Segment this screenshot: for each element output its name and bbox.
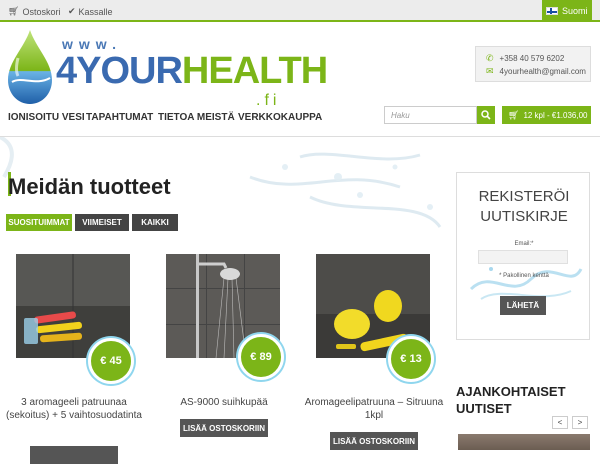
nav-item-ionisoitu-vesi[interactable]: IONISOITU VESI bbox=[8, 112, 85, 123]
newsletter-title: REKISTERÖI UUTISKIRJE bbox=[457, 187, 591, 227]
product-title[interactable]: 3 aromageeli patruunaa (sekoitus) + 5 va… bbox=[4, 396, 144, 422]
price-badge: € 13 bbox=[388, 336, 434, 382]
news-heading-line1: AJANKOHTAISET bbox=[456, 384, 566, 399]
cart-summary: 12 kpl - €1.036,00 bbox=[523, 110, 588, 120]
logo-part2: HEALTH bbox=[181, 50, 328, 92]
cart-icon: 🛒︎ bbox=[8, 6, 20, 16]
phone-icon: ✆ bbox=[486, 53, 494, 63]
newsletter-submit-button[interactable]: LÄHETÄ bbox=[500, 296, 546, 315]
search-input[interactable]: Haku bbox=[384, 106, 477, 124]
newsletter-title-line1: REKISTERÖI bbox=[478, 188, 570, 205]
search-icon bbox=[481, 110, 491, 120]
newsletter-email-input[interactable] bbox=[478, 250, 568, 264]
cart-link-label: Ostoskori bbox=[22, 6, 61, 17]
nav-item-tapahtumat[interactable]: TAPAHTUMAT bbox=[86, 112, 153, 123]
add-to-cart-button[interactable] bbox=[30, 446, 118, 464]
tab-kaikki[interactable]: KAIKKI bbox=[132, 214, 178, 231]
news-heading-line2: UUTISET bbox=[456, 401, 512, 416]
news-heading: AJANKOHTAISET UUTISET bbox=[456, 383, 566, 417]
phone-number: +358 40 579 6202 bbox=[499, 54, 565, 63]
water-drop-icon bbox=[8, 30, 52, 104]
news-next-button[interactable]: > bbox=[572, 416, 588, 429]
news-thumbnail[interactable] bbox=[458, 434, 590, 450]
add-to-cart-button[interactable]: LISÄÄ OSTOSKORIIN bbox=[330, 432, 418, 450]
price-badge: € 89 bbox=[238, 334, 284, 380]
page-title: Meidän tuotteet bbox=[8, 174, 171, 199]
site-logo[interactable]: www. 4YOURHEALTH .fi bbox=[4, 28, 328, 109]
checkout-link[interactable]: ✔ Kassalle bbox=[68, 6, 113, 17]
finland-flag-icon bbox=[546, 7, 558, 15]
cart-summary-button[interactable]: 🛒︎ 12 kpl - €1.036,00 bbox=[502, 106, 591, 124]
required-note: * Pakollinen kenttä bbox=[499, 273, 549, 279]
envelope-icon: ✉ bbox=[486, 66, 494, 76]
product-title[interactable]: Aromageelipatruuna – Sitruuna 1kpl bbox=[304, 396, 444, 422]
email-address: 4yourhealth@gmail.com bbox=[499, 67, 586, 76]
language-selector[interactable]: Suomi bbox=[542, 0, 592, 22]
email-label: Email:* bbox=[514, 241, 534, 247]
news-prev-button[interactable]: < bbox=[552, 416, 568, 429]
logo-tld: .fi bbox=[256, 92, 281, 109]
logo-wordmark: 4YOURHEALTH bbox=[56, 50, 328, 93]
checkmark-icon: ✔ bbox=[68, 6, 76, 16]
contact-box: ✆ +358 40 579 6202 ✉ 4yourhealth@gmail.c… bbox=[475, 46, 591, 82]
cart-link[interactable]: 🛒︎ Ostoskori bbox=[8, 6, 60, 17]
top-bar: 🛒︎ Ostoskori ✔ Kassalle Suomi bbox=[0, 0, 600, 22]
product-title[interactable]: AS-9000 suihkupää bbox=[154, 396, 294, 409]
checkout-link-label: Kassalle bbox=[78, 6, 113, 17]
newsletter-title-line2: UUTISKIRJE bbox=[480, 208, 568, 225]
add-to-cart-button[interactable]: LISÄÄ OSTOSKORIIN bbox=[180, 419, 268, 437]
tab-viimeiset[interactable]: VIIMEISET bbox=[75, 214, 129, 231]
logo-part1: 4YOUR bbox=[56, 50, 183, 92]
tab-suosituimmat[interactable]: SUOSITUIMMAT bbox=[6, 214, 72, 231]
nav-item-verkkokauppa[interactable]: VERKKOKAUPPA bbox=[238, 112, 322, 123]
search-button[interactable] bbox=[477, 106, 495, 124]
shopping-cart-icon: 🛒︎ bbox=[508, 109, 520, 120]
email-row[interactable]: ✉ 4yourhealth@gmail.com bbox=[486, 66, 586, 77]
price-badge: € 45 bbox=[88, 338, 134, 384]
language-label: Suomi bbox=[562, 6, 588, 16]
nav-item-tietoa-meista[interactable]: TIETOA MEISTÄ bbox=[158, 112, 235, 123]
phone-row: ✆ +358 40 579 6202 bbox=[486, 53, 564, 64]
